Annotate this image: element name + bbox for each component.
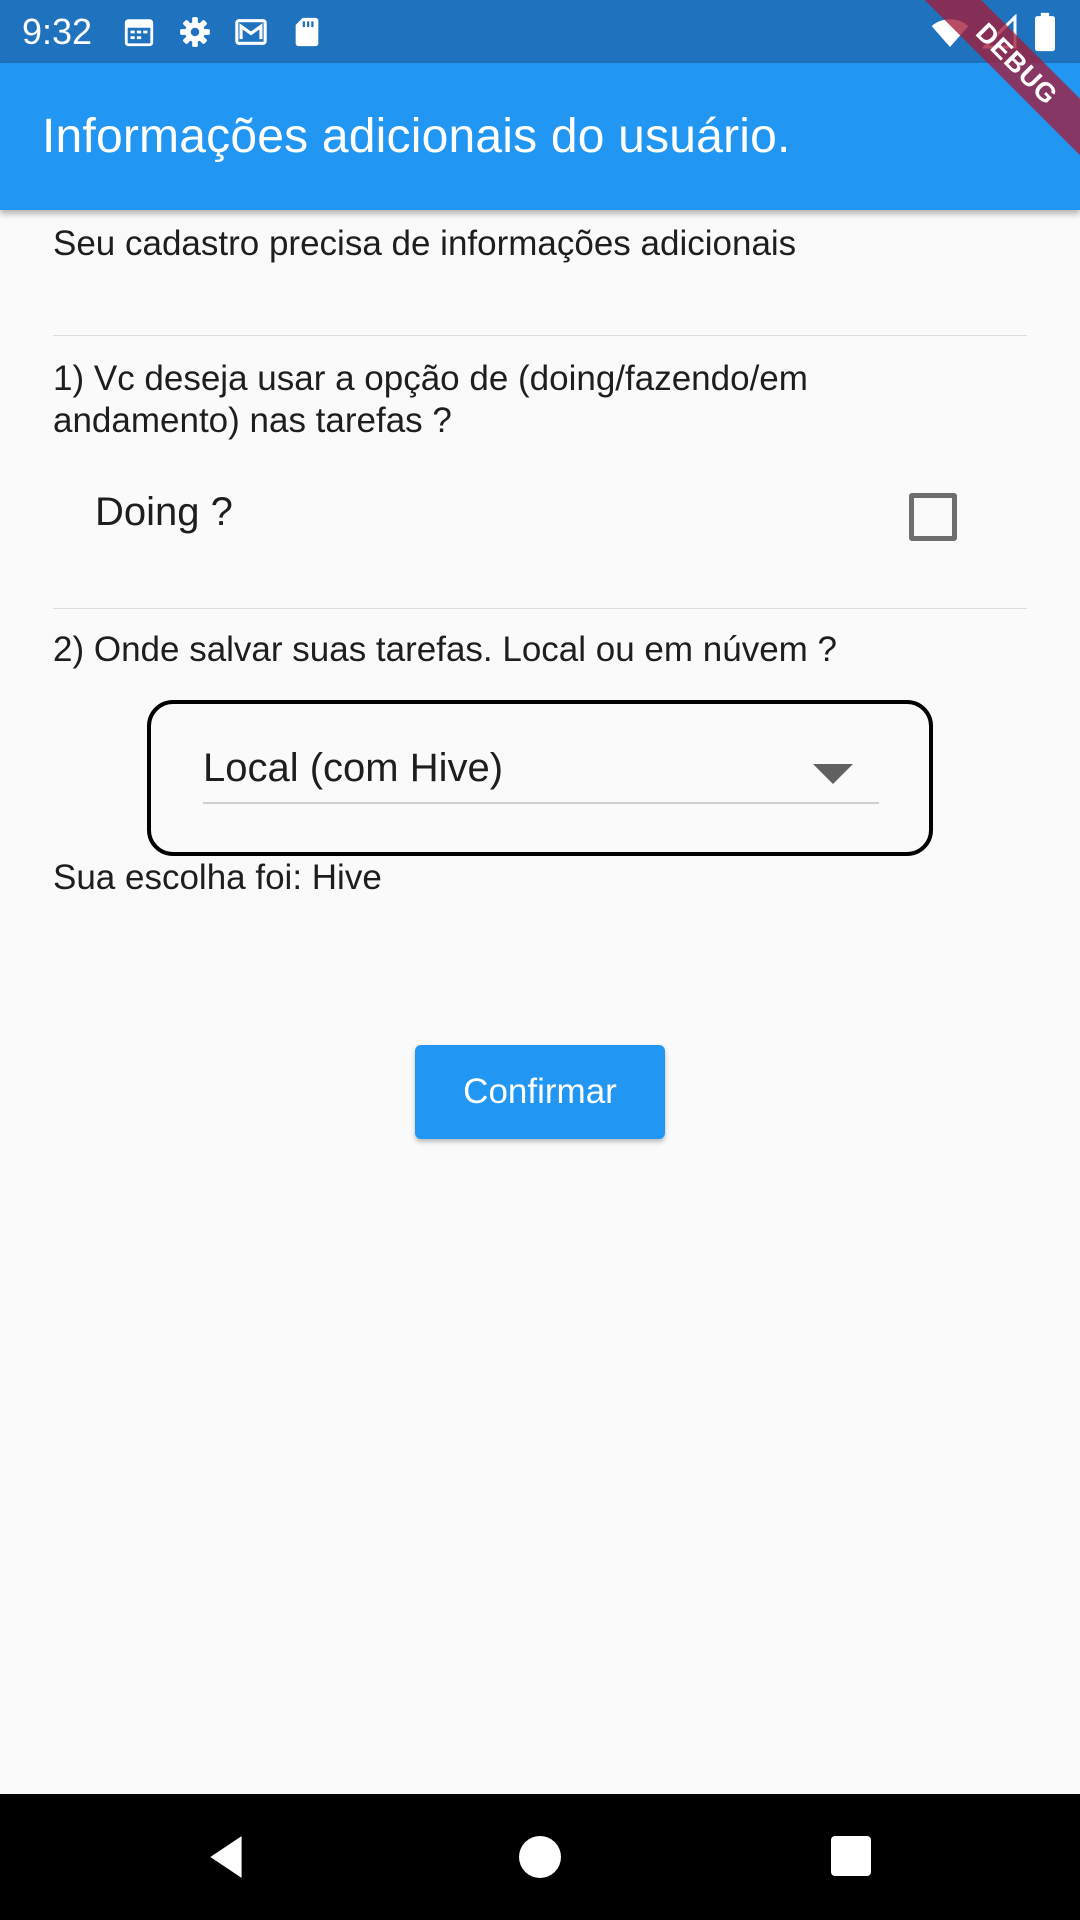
question-1: 1) Vc deseja usar a opção de (doing/faze… <box>53 359 808 440</box>
navigation-bar <box>0 1794 1080 1920</box>
doing-checkbox-tile[interactable]: Doing ? <box>53 460 1027 570</box>
home-icon[interactable] <box>519 1836 561 1878</box>
status-icons-right <box>930 12 1060 52</box>
question-2: 2) Onde salvar suas tarefas. Local ou em… <box>53 630 838 669</box>
confirm-button[interactable]: Confirmar <box>415 1045 665 1139</box>
status-icons-left <box>122 15 324 49</box>
divider <box>53 335 1027 336</box>
gmail-icon <box>235 18 267 45</box>
calendar-icon <box>124 18 154 46</box>
recent-apps-icon[interactable] <box>831 1836 871 1876</box>
storage-dropdown[interactable]: Local (com Hive) <box>203 744 879 804</box>
back-icon[interactable] <box>202 1832 252 1882</box>
doing-label: Doing ? <box>95 490 233 534</box>
storage-dropdown-value: Local (com Hive) <box>203 746 504 790</box>
sd-card-icon <box>295 17 319 46</box>
settings-gear-icon <box>180 16 210 47</box>
divider <box>53 608 1027 609</box>
wifi-icon <box>931 19 969 47</box>
screen: 9:32 Informações adicionais do usuário. … <box>0 0 1080 1920</box>
battery-icon <box>1035 12 1055 52</box>
dropdown-arrow-icon <box>813 764 853 784</box>
status-bar: 9:32 <box>0 0 1080 63</box>
page-title: Informações adicionais do usuário. <box>42 110 791 163</box>
intro-text: Seu cadastro precisa de informações adic… <box>53 224 797 263</box>
doing-checkbox[interactable] <box>909 493 957 541</box>
app-bar: Informações adicionais do usuário. <box>0 63 1080 210</box>
storage-dropdown-container: Local (com Hive) <box>147 700 933 856</box>
signal-icon <box>982 14 1017 49</box>
choice-text: Sua escolha foi: Hive <box>53 858 382 897</box>
status-time: 9:32 <box>22 10 93 52</box>
